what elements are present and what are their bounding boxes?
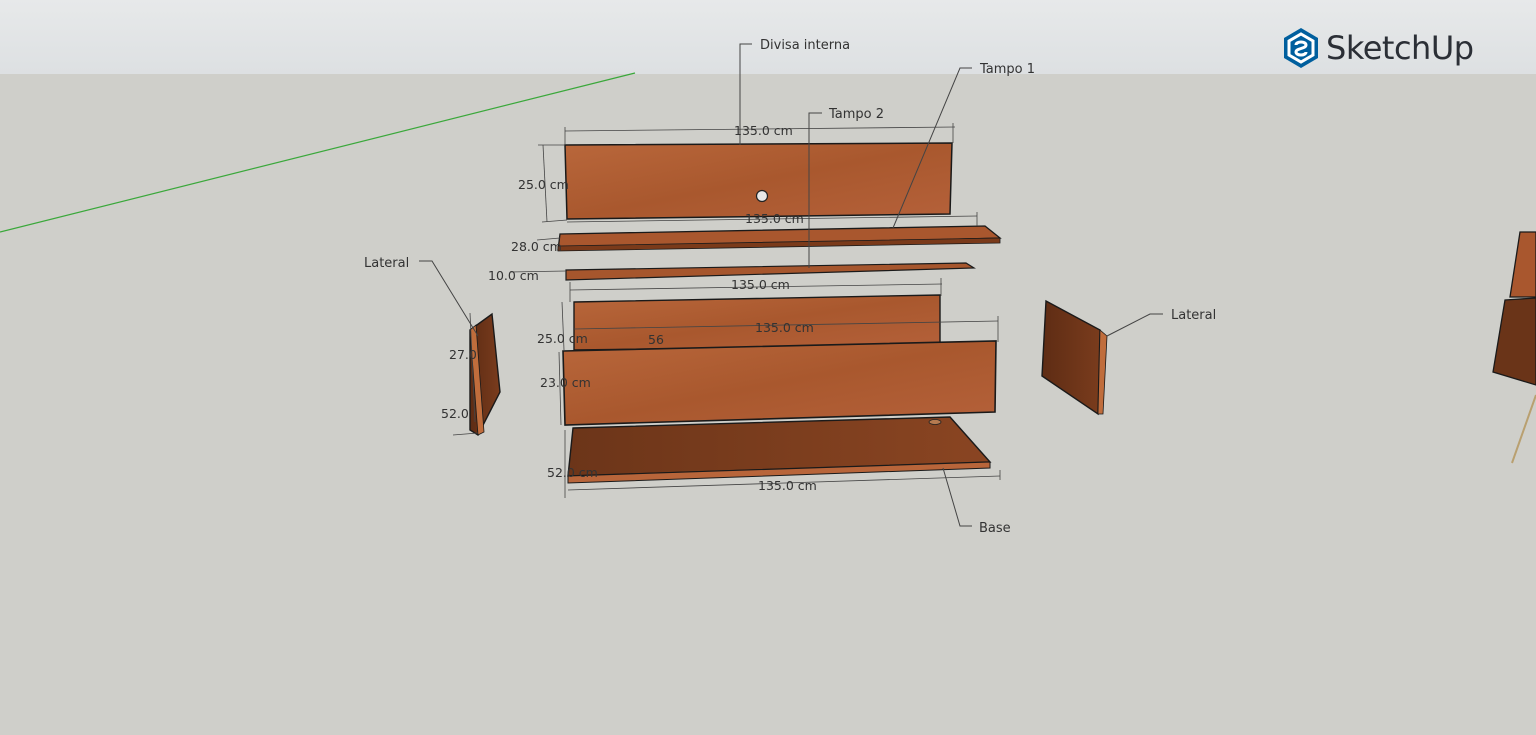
lateral-right-edge <box>1097 329 1108 415</box>
sketchup-logo-icon <box>1284 28 1318 68</box>
dim-front-height: 23.0 cm <box>540 375 591 390</box>
panel-hole <box>755 189 769 203</box>
sketchup-logo-text: SketchUp <box>1326 29 1474 67</box>
dim-top-width: 135.0 cm <box>734 123 793 138</box>
partial-object-side <box>1492 297 1536 386</box>
label-lateral-right: Lateral <box>1171 308 1216 323</box>
3d-viewport[interactable]: Divisa interna Tampo 1 Tampo 2 Lateral L… <box>0 0 1536 735</box>
label-tampo1: Tampo 1 <box>979 62 1035 77</box>
front-panel[interactable] <box>562 340 997 426</box>
base-hole <box>928 419 942 425</box>
dim-back-height: 25.0 cm <box>537 331 588 346</box>
label-tampo2: Tampo 2 <box>828 107 884 122</box>
dim-base-width: 135.0 cm <box>758 478 817 493</box>
dim-side-height: 27.0 <box>449 347 477 362</box>
dim-tampo1-depth: 28.0 cm <box>511 239 562 254</box>
dim-base-depth: 52.0 cm <box>547 465 598 480</box>
partial-object-leg <box>1511 394 1536 464</box>
green-axis-line <box>0 72 636 233</box>
dim-front-width: 135.0 cm <box>755 320 814 335</box>
dim-top-height: 25.0 cm <box>518 177 569 192</box>
label-base: Base <box>979 521 1011 536</box>
sketchup-logo: SketchUp <box>1282 26 1474 70</box>
lateral-right-panel[interactable] <box>1041 299 1101 416</box>
dim-hidden-fragment: 56 <box>648 332 664 347</box>
dim-tampo2-width: 135.0 cm <box>731 277 790 292</box>
label-lateral-left: Lateral <box>364 256 409 271</box>
partial-object-top <box>1509 231 1536 298</box>
label-divisa-interna: Divisa interna <box>760 38 850 53</box>
model-canvas[interactable]: Divisa interna Tampo 1 Tampo 2 Lateral L… <box>0 0 1536 735</box>
dim-tampo1-width: 135.0 cm <box>745 211 804 226</box>
divisa-interna-panel[interactable] <box>564 142 953 220</box>
dim-side-depth: 52.0 <box>441 406 469 421</box>
dim-tampo2-depth: 10.0 cm <box>488 268 539 283</box>
